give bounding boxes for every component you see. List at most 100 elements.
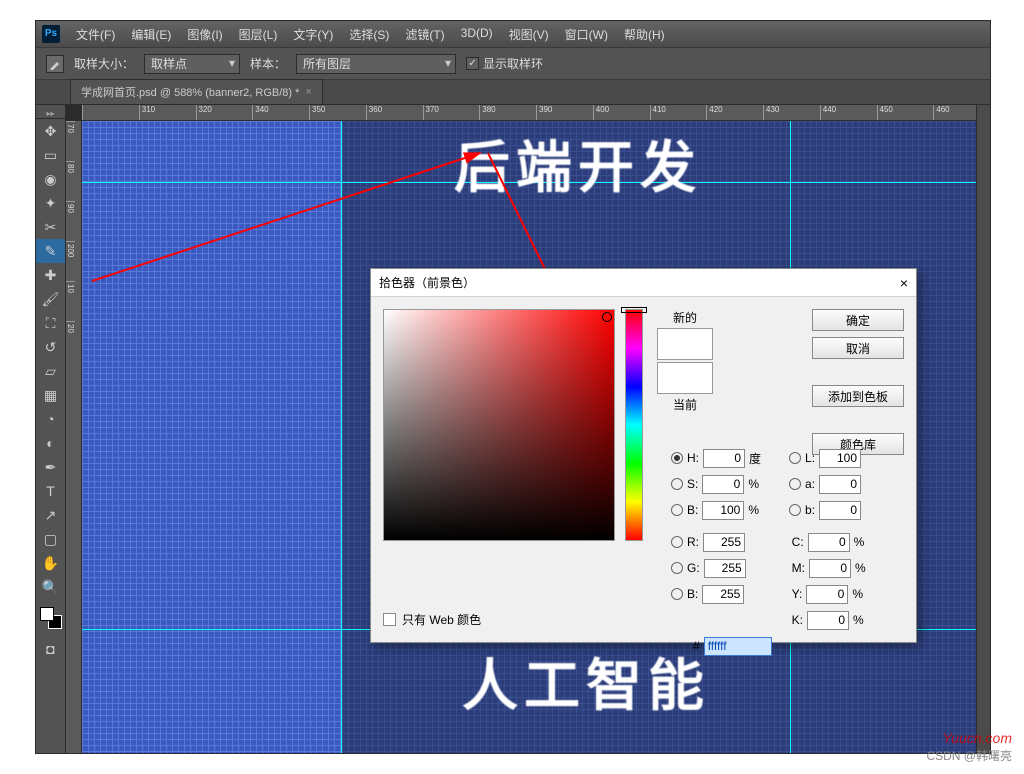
hue-slider[interactable]	[625, 309, 643, 541]
m-label: M:	[792, 561, 805, 575]
current-color-label: 当前	[673, 396, 697, 413]
doc-tab-title: 学成网首页.psd @ 588% (banner2, RGB/8) *	[81, 84, 299, 100]
wand-tool[interactable]: ✦	[36, 191, 65, 215]
shape-tool[interactable]: ▢	[36, 527, 65, 551]
menu-view[interactable]: 视图(V)	[503, 24, 555, 45]
rb-input[interactable]	[702, 585, 744, 604]
menu-image[interactable]: 图像(I)	[181, 24, 228, 45]
ruler-vertical[interactable]: 7080902001020	[66, 121, 82, 753]
c-input[interactable]	[808, 533, 850, 552]
foreground-swatch[interactable]	[40, 607, 54, 621]
h-input[interactable]	[703, 449, 745, 468]
radio-h[interactable]	[671, 452, 683, 464]
color-field[interactable]	[383, 309, 615, 541]
hue-marker-icon	[621, 307, 647, 313]
y-label: Y:	[792, 587, 803, 601]
zoom-tool[interactable]: 🔍	[36, 575, 65, 599]
sample-size-dropdown[interactable]: 取样点	[144, 54, 240, 74]
g-input[interactable]	[704, 559, 746, 578]
marquee-tool[interactable]: ▭	[36, 143, 65, 167]
hex-label: #	[693, 639, 700, 653]
tool-preset-icon[interactable]	[46, 55, 64, 73]
eyedropper-tool[interactable]: ✎	[36, 239, 65, 263]
radio-g[interactable]	[671, 562, 683, 574]
history-brush-tool[interactable]: ↺	[36, 335, 65, 359]
blur-tool[interactable]: ◔	[36, 407, 65, 431]
show-sampling-ring[interactable]: ✓ 显示取样环	[466, 55, 543, 72]
ruler-horizontal[interactable]: 3103203403503603703803904004104204304404…	[82, 105, 990, 121]
document-tab[interactable]: 学成网首页.psd @ 588% (banner2, RGB/8) * ×	[70, 79, 323, 104]
radio-r[interactable]	[671, 536, 683, 548]
a-label: a:	[805, 477, 815, 491]
radio-lb[interactable]	[789, 504, 801, 516]
s-input[interactable]	[702, 475, 744, 494]
pen-tool[interactable]: ✒	[36, 455, 65, 479]
color-cursor-icon	[602, 312, 612, 322]
stamp-tool[interactable]: ⛶	[36, 311, 65, 335]
color-picker-dialog: 拾色器（前景色） × 新的 当前 确定 取消 添加到色板 颜色库	[370, 268, 917, 643]
dialog-titlebar[interactable]: 拾色器（前景色） ×	[371, 269, 916, 297]
add-swatch-button[interactable]: 添加到色板	[812, 385, 904, 407]
h-label: H:	[687, 451, 699, 465]
app-logo: Ps	[42, 25, 60, 43]
sample-size-label: 取样大小：	[74, 55, 134, 72]
a-input[interactable]	[819, 475, 861, 494]
cancel-button[interactable]: 取消	[812, 337, 904, 359]
radio-rb[interactable]	[671, 588, 683, 600]
b-input[interactable]	[702, 501, 744, 520]
menu-select[interactable]: 选择(S)	[343, 24, 395, 45]
k-input[interactable]	[807, 611, 849, 630]
hex-input[interactable]	[704, 637, 772, 656]
s-label: S:	[687, 477, 698, 491]
panels-collapsed[interactable]	[976, 105, 990, 753]
guide-vertical[interactable]	[341, 121, 342, 753]
ruler-tick	[82, 105, 139, 120]
radio-a[interactable]	[789, 478, 801, 490]
b-label: B:	[687, 503, 698, 517]
quickmask-tool[interactable]: ◘	[36, 637, 65, 661]
toolbox-collapse-icon[interactable]: ▸▸	[36, 109, 65, 119]
menu-type[interactable]: 文字(Y)	[287, 24, 339, 45]
y-input[interactable]	[806, 585, 848, 604]
gradient-tool[interactable]: ▦	[36, 383, 65, 407]
move-tool[interactable]: ✥	[36, 119, 65, 143]
lb-input[interactable]	[819, 501, 861, 520]
radio-s[interactable]	[671, 478, 683, 490]
menu-file[interactable]: 文件(F)	[70, 24, 121, 45]
current-color-swatch[interactable]	[657, 362, 713, 394]
menu-window[interactable]: 窗口(W)	[559, 24, 614, 45]
brush-tool[interactable]: 🖌	[36, 287, 65, 311]
web-colors-only[interactable]: 只有 Web 颜色	[383, 611, 481, 628]
heal-tool[interactable]: ✚	[36, 263, 65, 287]
b-unit: %	[748, 503, 759, 517]
path-tool[interactable]: ↗	[36, 503, 65, 527]
dodge-tool[interactable]: ◐	[36, 431, 65, 455]
close-icon[interactable]: ×	[305, 86, 311, 98]
ruler-tick: 80	[66, 161, 75, 201]
crop-tool[interactable]: ✂	[36, 215, 65, 239]
menu-edit[interactable]: 编辑(E)	[125, 24, 177, 45]
eraser-tool[interactable]: ▱	[36, 359, 65, 383]
ok-button[interactable]: 确定	[812, 309, 904, 331]
menu-help[interactable]: 帮助(H)	[618, 24, 671, 45]
menu-layer[interactable]: 图层(L)	[233, 24, 284, 45]
new-color-swatch[interactable]	[657, 328, 713, 360]
lasso-tool[interactable]: ◉	[36, 167, 65, 191]
hand-tool[interactable]: ✋	[36, 551, 65, 575]
l-input[interactable]	[819, 449, 861, 468]
color-swatch[interactable]	[40, 607, 62, 629]
checkbox-icon	[383, 613, 396, 626]
menu-filter[interactable]: 滤镜(T)	[399, 24, 450, 45]
close-icon[interactable]: ×	[900, 275, 908, 291]
sample-from-dropdown[interactable]: 所有图层	[296, 54, 456, 74]
menu-3d[interactable]: 3D(D)	[455, 24, 499, 45]
m-input[interactable]	[809, 559, 851, 578]
document-tab-bar: 学成网首页.psd @ 588% (banner2, RGB/8) * ×	[36, 80, 990, 105]
radio-b[interactable]	[671, 504, 683, 516]
radio-l[interactable]	[789, 452, 801, 464]
sample-from-label: 样本：	[250, 55, 286, 72]
r-input[interactable]	[703, 533, 745, 552]
web-only-label: 只有 Web 颜色	[402, 611, 481, 628]
color-value-fields: H:度 S:% B:% L: a: b: R: G: B: C:%	[671, 445, 904, 659]
type-tool[interactable]: T	[36, 479, 65, 503]
